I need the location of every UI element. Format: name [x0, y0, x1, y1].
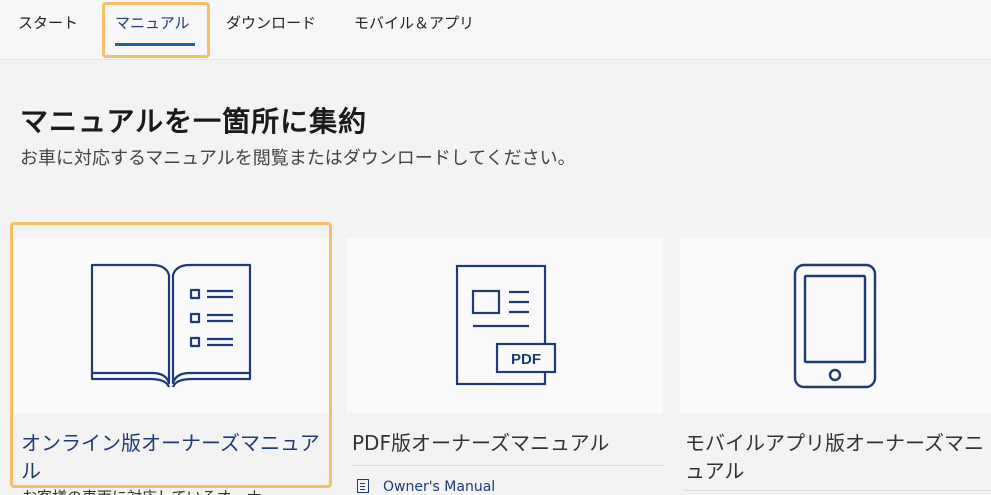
card-title[interactable]: モバイルアプリ版オーナーズマニュアル [685, 429, 985, 485]
open-book-icon [90, 263, 252, 388]
top-navigation: スタート マニュアル ダウンロード モバイル＆アプリ [0, 0, 991, 60]
card-online-manual[interactable]: オンライン版オーナーズマニュアル お客様の車両に対応しているオーナ [14, 238, 330, 495]
tablet-icon [793, 263, 877, 389]
card-divider [684, 490, 991, 491]
pdf-label: PDF [511, 351, 541, 368]
owners-manual-link-label: Owner's Manual [383, 479, 496, 495]
owners-manual-link[interactable]: Owner's Manual [357, 479, 495, 495]
card-mobile-app-manual[interactable]: モバイルアプリ版オーナーズマニュアル [680, 238, 991, 495]
card-pdf-manual[interactable]: PDF PDF版オーナーズマニュアル Owner's Manual [347, 238, 663, 495]
card-description: お客様の車両に対応しているオーナ [22, 486, 262, 495]
nav-tab-download[interactable]: ダウンロード [226, 12, 316, 33]
document-icon [357, 479, 369, 493]
pdf-document-icon: PDF [455, 264, 557, 386]
card-title[interactable]: PDF版オーナーズマニュアル [352, 429, 657, 457]
card-title[interactable]: オンライン版オーナーズマニュアル [21, 429, 324, 485]
page-title: マニュアルを一箇所に集約 [20, 105, 368, 138]
card-divider [351, 465, 663, 466]
nav-tab-mobile-app[interactable]: モバイル＆アプリ [354, 12, 474, 33]
active-tab-highlight [102, 2, 210, 58]
page-subtitle: お車に対応するマニュアルを閲覧またはダウンロードしてください。 [20, 148, 576, 169]
nav-tab-start[interactable]: スタート [18, 12, 78, 33]
